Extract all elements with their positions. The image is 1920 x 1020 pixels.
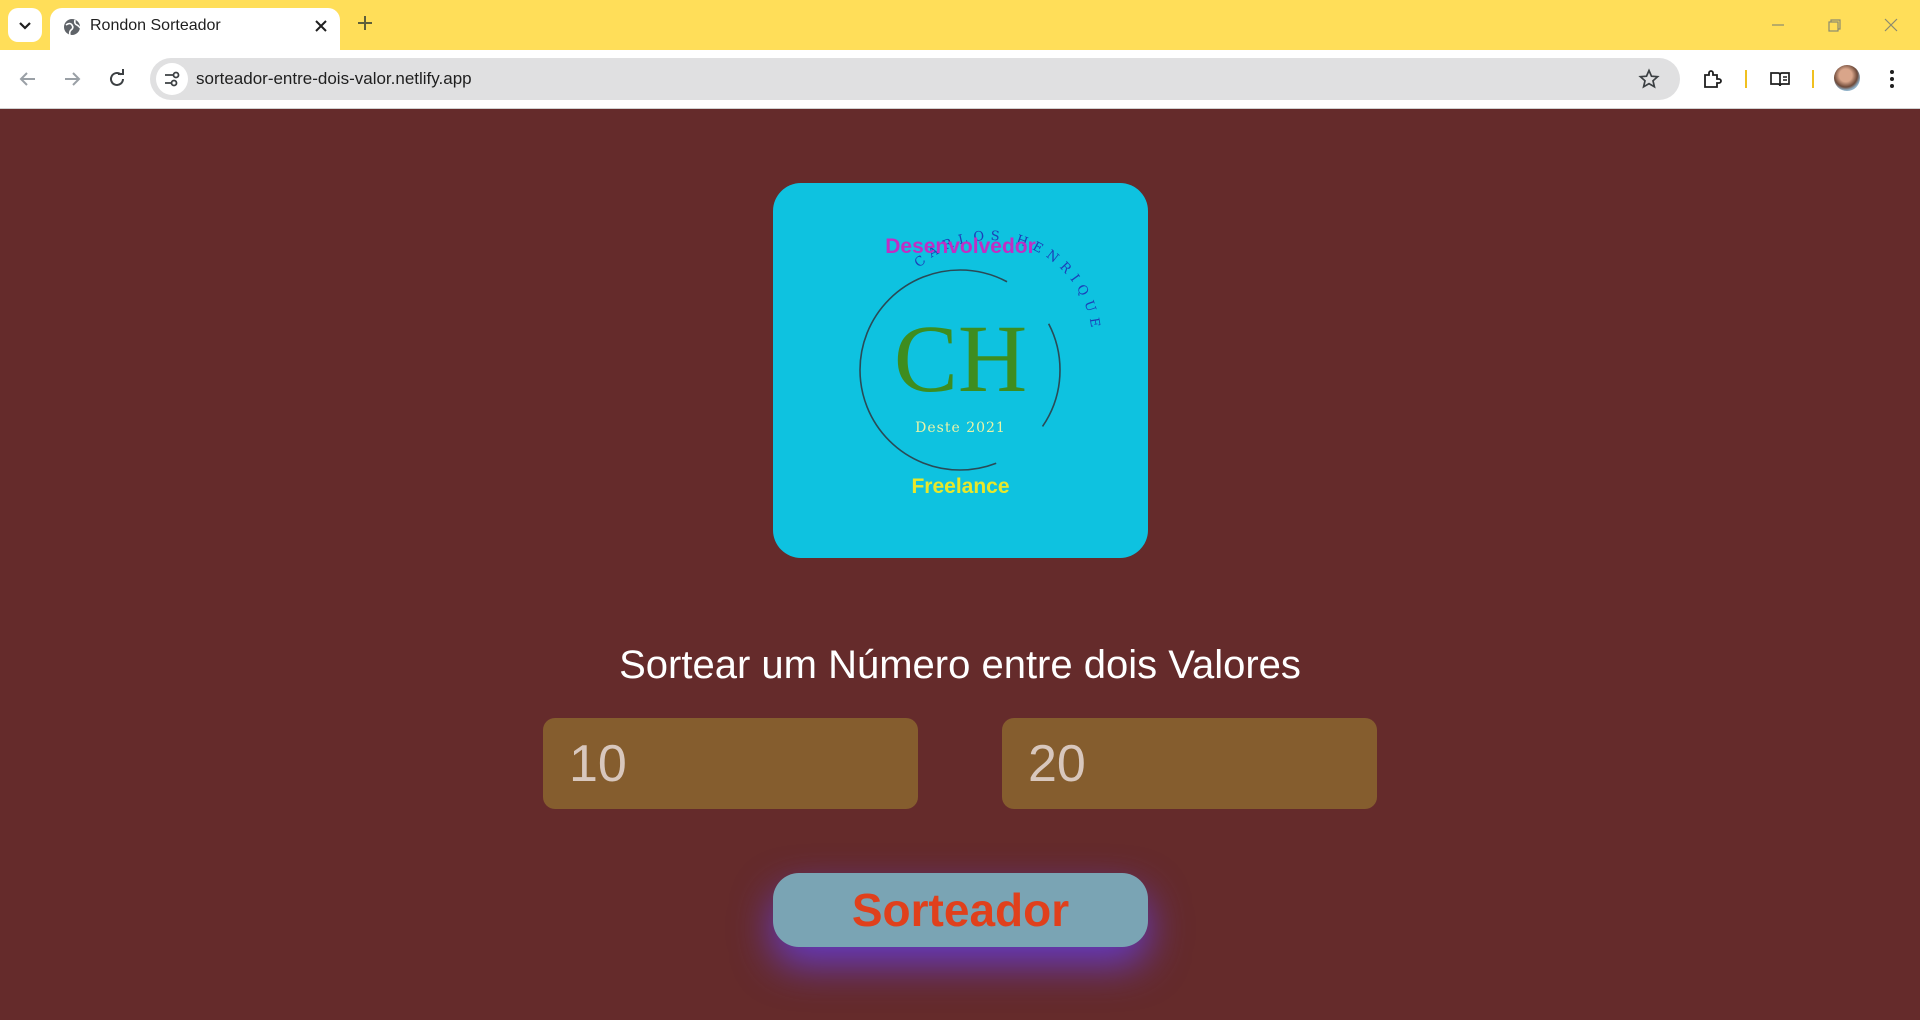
close-icon[interactable] [312,17,330,35]
url-text: sorteador-entre-dois-valor.netlify.app [196,69,472,88]
site-info-button[interactable] [156,63,188,95]
max-value-input[interactable] [1002,718,1377,809]
logo-since-text: Deste 2021 [915,420,1006,436]
toolbar-separator [1812,70,1814,88]
logo-bottom-text: Freelance [911,475,1010,498]
tab-search-button[interactable] [8,8,42,42]
tab-title: Rondon Sorteador [90,17,221,34]
minimize-icon[interactable] [1766,13,1790,37]
reload-icon[interactable] [105,67,129,91]
more-vert-icon[interactable] [1880,67,1904,91]
restore-icon[interactable] [1822,13,1846,37]
browser-tab[interactable]: Rondon Sorteador [50,8,340,50]
logo-top-text: Desenvolvedor [885,235,1036,258]
browser-tab-bar: Rondon Sorteador [0,0,1920,50]
plus-icon[interactable] [354,12,376,34]
site-info-icon [165,71,180,87]
globe-icon [64,19,81,36]
extensions-icon[interactable] [1701,67,1725,91]
avatar[interactable] [1834,65,1860,91]
min-value-input[interactable] [543,718,918,809]
chevron-down-icon [19,22,31,30]
page-title: Sortear um Número entre dois Valores [619,643,1301,687]
star-icon[interactable] [1638,68,1660,90]
forward-arrow-icon[interactable] [60,67,84,91]
window-close-icon[interactable] [1879,13,1903,37]
browser-toolbar: sorteador-entre-dois-valor.netlify.app [0,50,1920,109]
address-bar[interactable]: sorteador-entre-dois-valor.netlify.app [150,58,1680,100]
toolbar-separator [1745,70,1747,88]
reading-list-icon[interactable] [1768,67,1792,91]
back-arrow-icon[interactable] [16,67,40,91]
logo: CARLOS HENRIQUE Desenvolvedor CH Deste 2… [773,183,1148,558]
logo-monogram: CH [893,305,1028,412]
draw-button[interactable]: Sorteador [773,873,1148,947]
